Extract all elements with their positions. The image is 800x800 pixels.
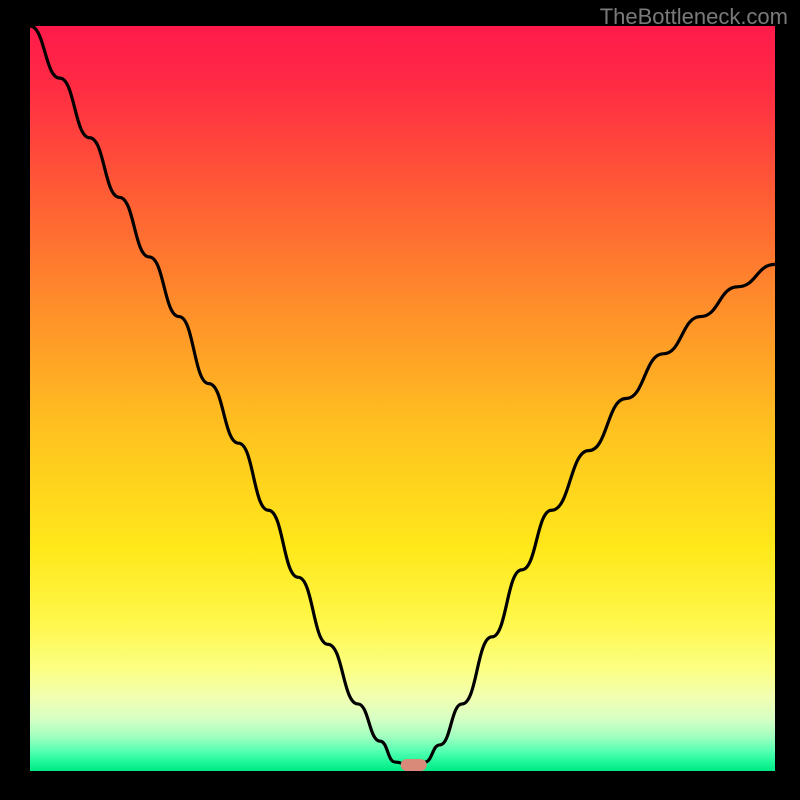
attribution-label: TheBottleneck.com: [600, 4, 788, 30]
plot-background: [30, 26, 775, 771]
optimum-marker: [401, 759, 427, 771]
chart-svg: [0, 0, 800, 800]
bottleneck-chart: TheBottleneck.com: [0, 0, 800, 800]
